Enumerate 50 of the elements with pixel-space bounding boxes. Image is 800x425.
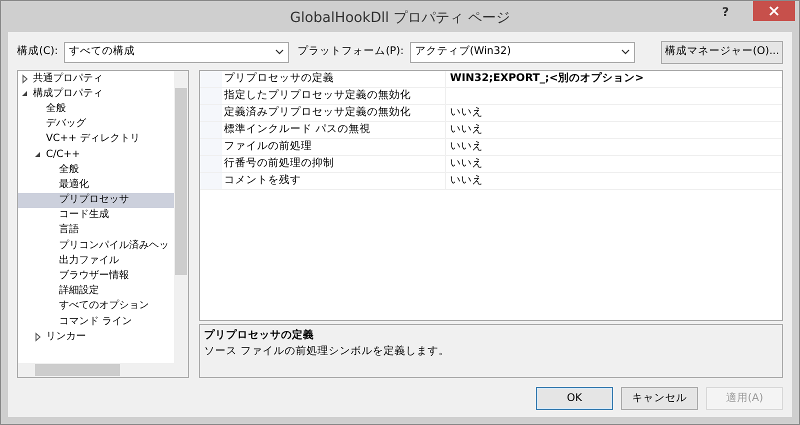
- tree-item[interactable]: リンカー: [18, 329, 174, 344]
- dialog-button[interactable]: キャンセル: [621, 387, 698, 410]
- property-value[interactable]: WIN32;EXPORT_;<別のオプション>: [446, 71, 782, 88]
- tree-item[interactable]: デバッグ: [18, 116, 174, 132]
- property-name[interactable]: 指定したプリプロセッサ定義の無効化: [200, 88, 446, 105]
- dialog-button[interactable]: OK: [536, 387, 613, 410]
- horizontal-scrollbar[interactable]: [18, 363, 188, 377]
- property-value[interactable]: いいえ: [446, 122, 782, 139]
- tree-item[interactable]: VC++ ディレクトリ: [18, 132, 174, 147]
- property-name[interactable]: 標準インクルード パスの無視: [200, 122, 446, 139]
- expanded-arrow-icon[interactable]: [33, 150, 43, 160]
- config-dropdown[interactable]: すべての構成: [64, 42, 290, 62]
- window-title: GlobalHookDll プロパティ ページ: [289, 9, 511, 28]
- platform-dropdown[interactable]: アクティブ(Win32): [410, 42, 635, 62]
- close-icon: [769, 6, 779, 16]
- property-name[interactable]: プリプロセッサの定義: [200, 71, 446, 88]
- tree-item[interactable]: プリコンパイル済みヘッ: [18, 238, 174, 254]
- description-text: ソース ファイルの前処理シンボルを定義します。: [204, 344, 450, 359]
- property-value[interactable]: いいえ: [446, 156, 782, 173]
- tree-item[interactable]: 言語: [18, 222, 174, 238]
- tree-item[interactable]: 出力ファイル: [18, 253, 174, 268]
- close-button[interactable]: [753, 1, 795, 21]
- property-name[interactable]: 定義済みプリプロセッサ定義の無効化: [200, 105, 446, 122]
- description-title: プリプロセッサの定義: [204, 328, 315, 343]
- tree-item[interactable]: すべてのオプション: [18, 298, 174, 314]
- vertical-scrollbar[interactable]: [174, 71, 188, 363]
- tree-item[interactable]: 共通プロパティ: [18, 71, 174, 86]
- tree-item[interactable]: C/C++: [18, 146, 174, 162]
- collapsed-arrow-icon[interactable]: [33, 332, 43, 342]
- tree-item[interactable]: 構成プロパティ: [18, 86, 174, 102]
- tree-item[interactable]: コード生成: [18, 208, 174, 223]
- help-button[interactable]: ?: [722, 3, 729, 21]
- platform-label: プラットフォーム(P):: [298, 44, 404, 60]
- tree-item[interactable]: コマンド ライン: [18, 314, 174, 330]
- property-name[interactable]: 行番号の前処理の抑制: [200, 156, 446, 173]
- tree-item[interactable]: 全般: [18, 101, 174, 117]
- tree-item[interactable]: 全般: [18, 162, 174, 178]
- property-value[interactable]: いいえ: [446, 173, 782, 190]
- tree-item[interactable]: 最適化: [18, 177, 174, 192]
- property-name[interactable]: コメントを残す: [200, 173, 446, 190]
- property-value[interactable]: いいえ: [446, 105, 782, 122]
- property-name[interactable]: ファイルの前処理: [200, 139, 446, 156]
- config-label: 構成(C):: [17, 44, 58, 60]
- tree-item[interactable]: ブラウザー情報: [18, 268, 174, 284]
- tree-item[interactable]: プリプロセッサ: [18, 192, 174, 208]
- configuration-manager-button[interactable]: 構成マネージャー(O)...: [661, 40, 783, 64]
- expanded-arrow-icon[interactable]: [20, 88, 30, 99]
- collapsed-arrow-icon[interactable]: [20, 74, 30, 84]
- tree-item[interactable]: 詳細設定: [18, 284, 174, 299]
- property-value[interactable]: いいえ: [446, 139, 782, 156]
